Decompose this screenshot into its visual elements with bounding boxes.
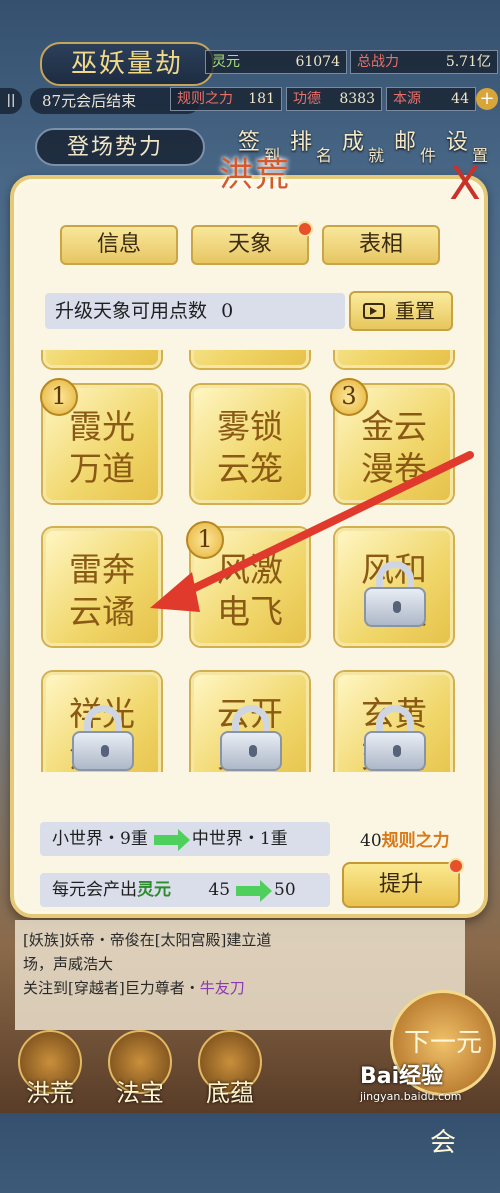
reset-button[interactable]: 重置	[349, 291, 453, 331]
points-bar: 升级天象可用点数 0	[45, 293, 345, 329]
stat-origin: 本源 44	[386, 87, 476, 111]
world-level-bar: 小世界・9重 中世界・1重	[40, 822, 330, 856]
points-value: 0	[221, 300, 234, 322]
arrow-right-icon	[153, 828, 190, 851]
add-resource-button[interactable]: +	[476, 88, 498, 110]
skill-tile	[43, 350, 161, 368]
event-title: 巫妖量劫	[40, 42, 214, 86]
skill-tile[interactable]: 雾锁 云笼	[191, 385, 309, 503]
lock-icon	[364, 705, 426, 771]
close-icon[interactable]: X	[440, 160, 490, 210]
skill-grid: 霞光万道 雾锁云笼 金云漫卷 雷奔云谲 风激电飞 风和日暖 祥光流转 云开见月 …	[35, 350, 465, 772]
lock-icon	[72, 705, 134, 771]
nav-treasure[interactable]: 法宝	[95, 1030, 185, 1110]
notification-dot	[448, 858, 464, 874]
skill-tile	[191, 350, 309, 368]
level-badge: 1	[186, 521, 224, 559]
production-bar: 每元会产出灵元 45 50	[40, 873, 330, 907]
skill-tile	[335, 350, 453, 368]
panel-title: 洪荒	[219, 155, 291, 195]
mail-button[interactable]: 邮件	[394, 124, 444, 170]
skill-tile-locked[interactable]: 祥光流转	[43, 672, 161, 772]
upgrade-cost: 40规则之力	[360, 831, 450, 851]
points-label: 升级天象可用点数	[55, 300, 208, 322]
pause-icon[interactable]: ||	[0, 88, 22, 114]
upgrade-button[interactable]: 提升	[342, 858, 464, 908]
nav-honghuang[interactable]: 洪荒	[5, 1030, 95, 1110]
nav-heritage[interactable]: 底蕴	[185, 1030, 275, 1110]
skill-tile-locked[interactable]: 云开见月	[191, 672, 309, 772]
arrow-right-icon	[236, 879, 273, 902]
level-badge: 3	[330, 378, 368, 416]
stat-merit: 功德 8383	[286, 87, 382, 111]
faction-button[interactable]: 登场势力	[35, 128, 205, 166]
notification-dot	[297, 221, 313, 237]
skill-tile-locked[interactable]: 玄黄交错	[335, 672, 453, 772]
stat-rule-power: 规则之力 181	[170, 87, 282, 111]
achievement-button[interactable]: 成就	[342, 124, 392, 170]
video-icon	[363, 303, 385, 319]
watermark-logo: Bai经验 jingyan.baidu.com	[360, 1064, 462, 1103]
stat-power: 总战力 5.71亿	[350, 50, 498, 74]
lock-icon	[364, 561, 426, 627]
stat-lingyuan: 灵元 61074	[205, 50, 347, 74]
lock-icon	[220, 705, 282, 771]
tab-info[interactable]: 信息	[60, 225, 178, 265]
tab-celestial[interactable]: 天象	[191, 221, 313, 265]
tab-appearance[interactable]: 表相	[322, 225, 440, 265]
skill-tile[interactable]: 雷奔 云谲	[43, 528, 161, 646]
level-badge: 1	[40, 378, 78, 416]
skill-tile-locked[interactable]: 风和日暖	[335, 528, 453, 646]
